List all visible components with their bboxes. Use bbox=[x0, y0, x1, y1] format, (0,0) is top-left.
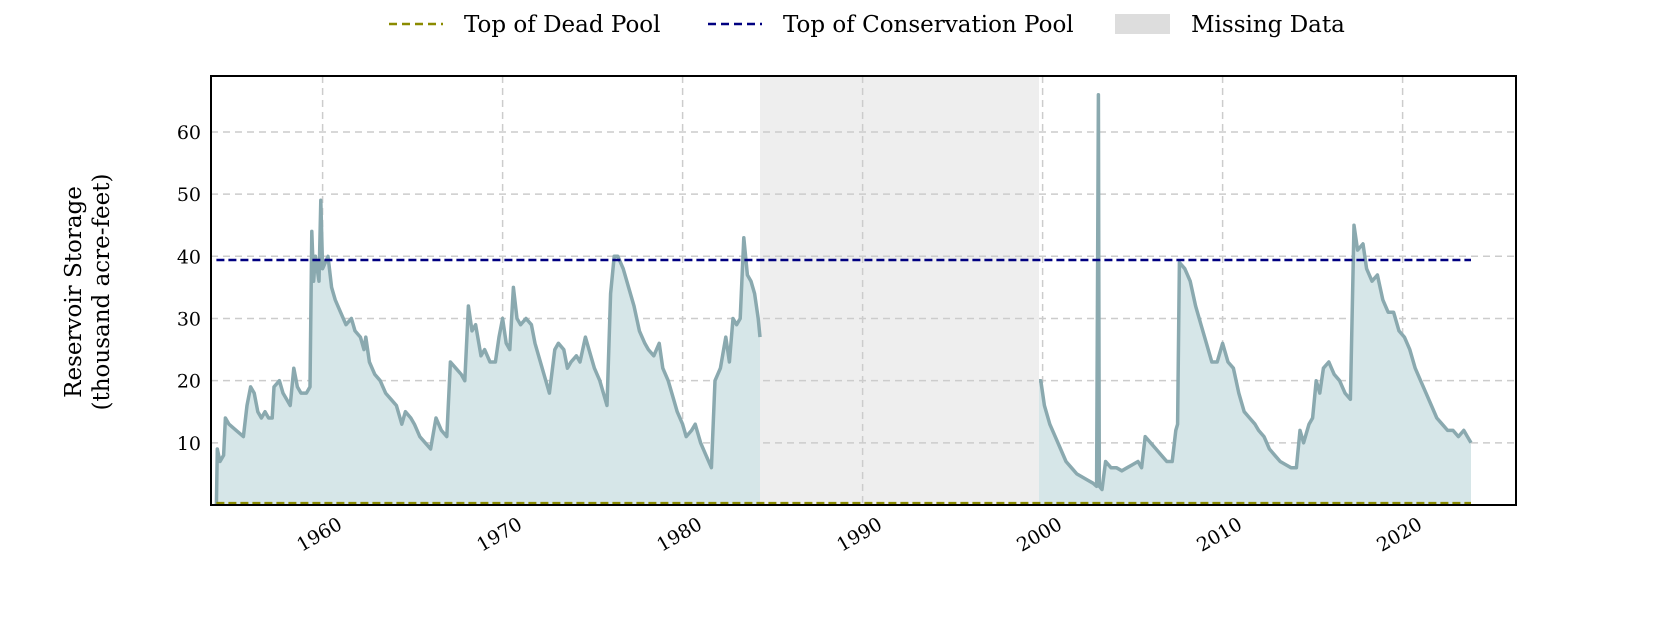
y-tick-label-10: 10 bbox=[177, 433, 201, 455]
reservoir-storage-chart: Top of Dead Pool Top of Conservation Poo… bbox=[61, 12, 1517, 556]
y-axis-title-line1: Reservoir Storage bbox=[61, 186, 87, 398]
y-tick-label-30: 30 bbox=[177, 308, 201, 330]
x-tick-label-1980: 1980 bbox=[653, 513, 706, 556]
legend-missing-data-swatch bbox=[1115, 14, 1170, 34]
x-tick-label-1990: 1990 bbox=[833, 513, 886, 556]
missing-data-band bbox=[760, 76, 1039, 505]
x-tick-label-2020: 2020 bbox=[1373, 513, 1426, 556]
legend-dead-pool-label: Top of Dead Pool bbox=[464, 12, 661, 38]
y-tick-label-40: 40 bbox=[177, 246, 201, 268]
x-tick-label-2010: 2010 bbox=[1193, 513, 1246, 556]
y-tick-label-50: 50 bbox=[177, 184, 201, 206]
y-axis-title: Reservoir Storage (thousand acre-feet) bbox=[61, 174, 115, 411]
y-tick-label-60: 60 bbox=[177, 122, 201, 144]
y-axis-title-line2: (thousand acre-feet) bbox=[89, 174, 115, 411]
x-tick-label-2000: 2000 bbox=[1013, 513, 1066, 556]
storage-area-fill-1 bbox=[216, 200, 760, 506]
x-tick-label-1970: 1970 bbox=[473, 513, 526, 556]
legend: Top of Dead Pool Top of Conservation Poo… bbox=[389, 12, 1345, 38]
plot-area bbox=[211, 76, 1516, 506]
legend-conservation-pool-label: Top of Conservation Pool bbox=[783, 12, 1074, 38]
x-tick-label-1960: 1960 bbox=[293, 513, 346, 556]
legend-missing-data-label: Missing Data bbox=[1191, 12, 1345, 38]
y-tick-label-20: 20 bbox=[177, 371, 201, 393]
